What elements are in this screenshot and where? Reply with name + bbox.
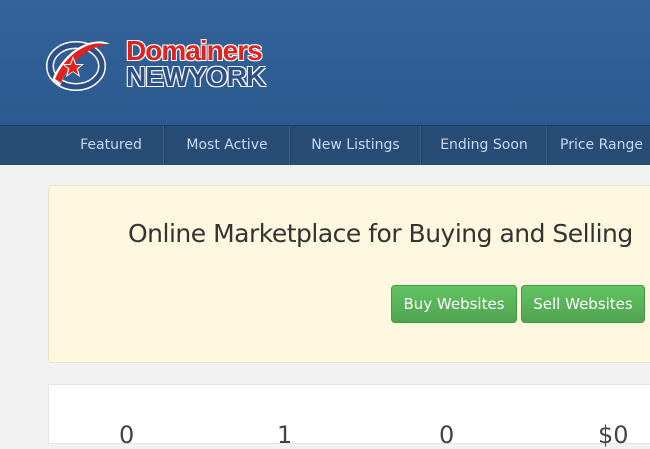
nav-divider [420, 126, 421, 165]
nav-divider [289, 126, 290, 165]
nav-divider [546, 126, 547, 165]
nav-divider [163, 126, 164, 165]
nav-item-price-range[interactable]: Price Range [560, 126, 650, 165]
stat-value: 1 [277, 421, 293, 449]
main-nav: Featured Most Active New Listings Ending… [0, 125, 650, 165]
nav-item-ending-soon[interactable]: Ending Soon [422, 126, 546, 165]
star-orbit-logo-icon [46, 41, 110, 91]
hero-panel: Online Marketplace for Buying and Sellin… [48, 185, 650, 363]
site-header: Domainers NEWYORK [0, 0, 650, 125]
logo-text-newyork: NEWYORK [126, 61, 266, 92]
sell-websites-button[interactable]: Sell Websites [521, 285, 645, 323]
site-logo[interactable]: Domainers NEWYORK [46, 36, 276, 96]
buy-websites-button[interactable]: Buy Websites [391, 285, 517, 323]
stats-panel: 0 1 0 $0 [48, 384, 650, 449]
stat-value: $0 [598, 421, 629, 449]
nav-item-featured[interactable]: Featured [60, 126, 162, 165]
nav-item-most-active[interactable]: Most Active [165, 126, 289, 165]
stat-value: 0 [439, 421, 455, 449]
hero-title: Online Marketplace for Buying and Sellin… [128, 219, 633, 248]
nav-item-new-listings[interactable]: New Listings [291, 126, 420, 165]
stat-value: 0 [119, 421, 135, 449]
